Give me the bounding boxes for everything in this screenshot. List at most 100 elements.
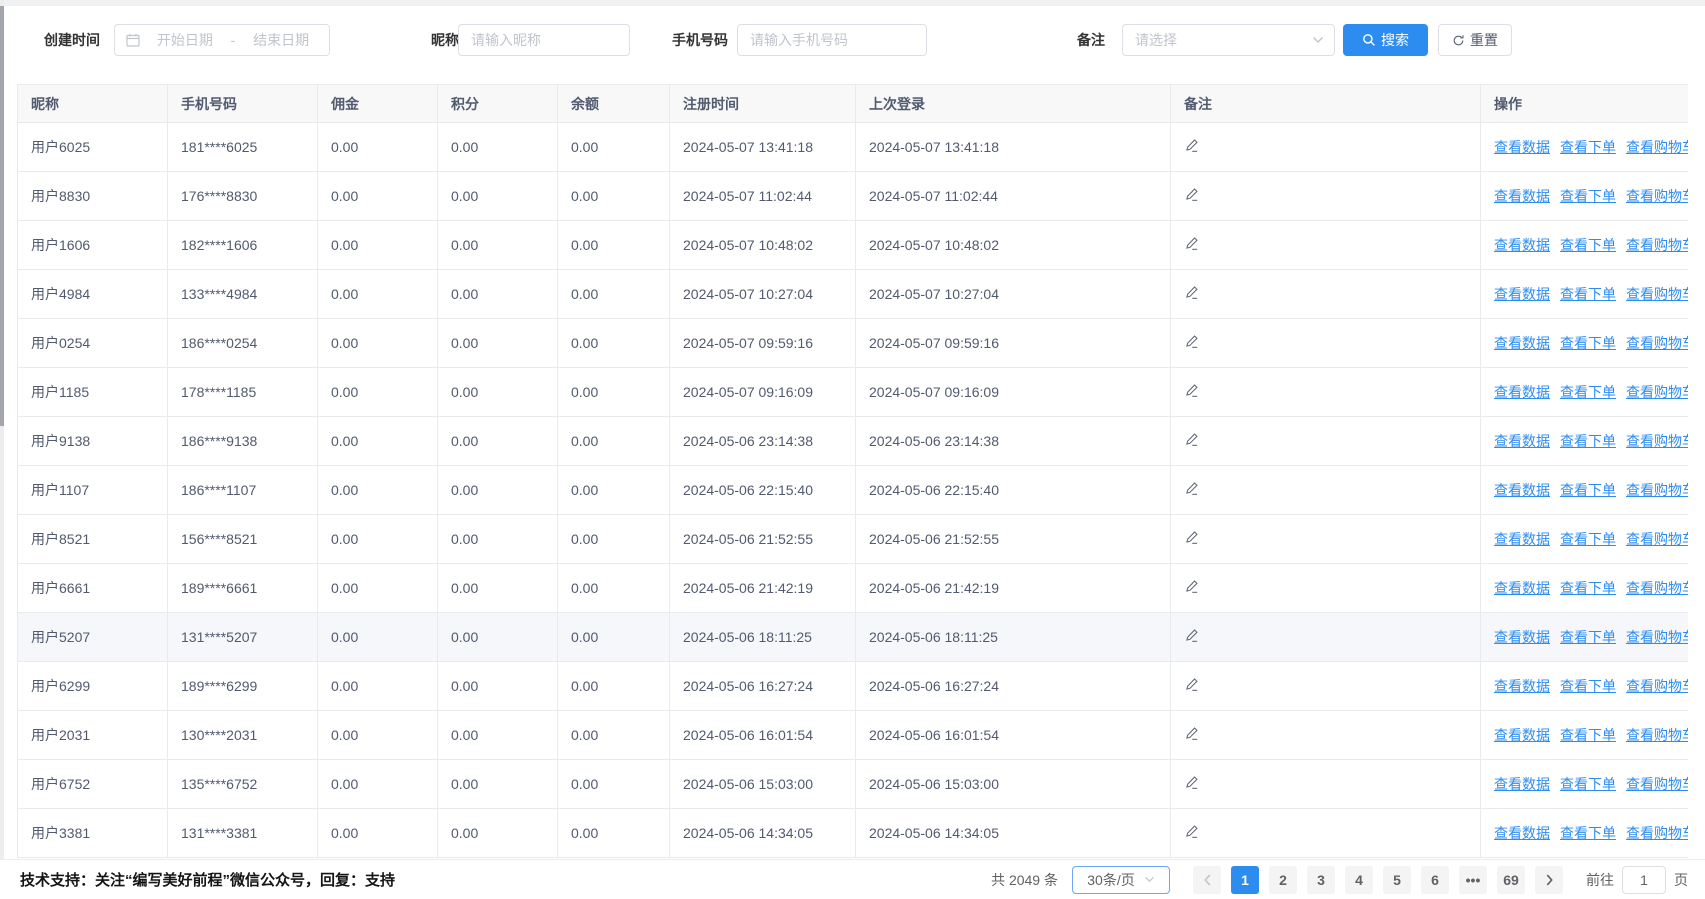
edit-remark-icon[interactable] — [1184, 628, 1199, 643]
nickname-input[interactable] — [459, 25, 629, 55]
view-cart-link[interactable]: 查看购物车 — [1626, 188, 1688, 204]
points-cell: 0.00 — [438, 711, 558, 760]
jump-page-input[interactable] — [1622, 866, 1666, 894]
view-orders-link[interactable]: 查看下单 — [1560, 335, 1616, 351]
view-cart-link[interactable]: 查看购物车 — [1626, 384, 1688, 400]
view-data-link[interactable]: 查看数据 — [1494, 482, 1550, 498]
edit-remark-icon[interactable] — [1184, 726, 1199, 741]
view-cart-link[interactable]: 查看购物车 — [1626, 139, 1688, 155]
page-ellipsis-button[interactable]: ••• — [1459, 866, 1487, 894]
view-cart-link[interactable]: 查看购物车 — [1626, 237, 1688, 253]
page-button-1[interactable]: 1 — [1231, 866, 1259, 894]
nickname-cell: 用户2031 — [18, 711, 168, 760]
create-time-range-picker[interactable]: 开始日期 - 结束日期 — [114, 24, 330, 56]
commission-cell: 0.00 — [318, 613, 438, 662]
page-size-select[interactable]: 30条/页 — [1072, 866, 1170, 894]
view-data-link[interactable]: 查看数据 — [1494, 139, 1550, 155]
search-button[interactable]: 搜索 — [1343, 24, 1428, 56]
register-time-cell: 2024-05-06 21:52:55 — [670, 515, 856, 564]
view-orders-link[interactable]: 查看下单 — [1560, 776, 1616, 792]
edit-remark-icon[interactable] — [1184, 138, 1199, 153]
nickname-cell: 用户1107 — [18, 466, 168, 515]
prev-page-button[interactable] — [1193, 866, 1221, 894]
view-orders-link[interactable]: 查看下单 — [1560, 139, 1616, 155]
register-time-cell: 2024-05-07 10:48:02 — [670, 221, 856, 270]
reset-button[interactable]: 重置 — [1438, 24, 1512, 56]
view-data-link[interactable]: 查看数据 — [1494, 678, 1550, 694]
end-date-placeholder[interactable]: 结束日期 — [243, 30, 319, 50]
view-orders-link[interactable]: 查看下单 — [1560, 286, 1616, 302]
edit-remark-icon[interactable] — [1184, 432, 1199, 447]
view-orders-link[interactable]: 查看下单 — [1560, 433, 1616, 449]
page-button-69[interactable]: 69 — [1497, 866, 1525, 894]
view-orders-link[interactable]: 查看下单 — [1560, 727, 1616, 743]
create-time-label: 创建时间 — [44, 24, 100, 56]
nickname-field-wrap — [458, 24, 630, 56]
page-button-4[interactable]: 4 — [1345, 866, 1373, 894]
view-orders-link[interactable]: 查看下单 — [1560, 629, 1616, 645]
view-cart-link[interactable]: 查看购物车 — [1626, 629, 1688, 645]
view-orders-link[interactable]: 查看下单 — [1560, 384, 1616, 400]
edit-remark-icon[interactable] — [1184, 334, 1199, 349]
view-orders-link[interactable]: 查看下单 — [1560, 825, 1616, 841]
view-orders-link[interactable]: 查看下单 — [1560, 580, 1616, 596]
remark-cell — [1171, 466, 1481, 515]
view-cart-link[interactable]: 查看购物车 — [1626, 580, 1688, 596]
balance-cell: 0.00 — [558, 809, 670, 858]
table-row: 用户8521156****85210.000.000.002024-05-06 … — [18, 515, 1689, 564]
view-cart-link[interactable]: 查看购物车 — [1626, 433, 1688, 449]
view-cart-link[interactable]: 查看购物车 — [1626, 286, 1688, 302]
view-data-link[interactable]: 查看数据 — [1494, 629, 1550, 645]
start-date-placeholder[interactable]: 开始日期 — [147, 30, 223, 50]
edit-remark-icon[interactable] — [1184, 775, 1199, 790]
phone-input[interactable] — [738, 25, 926, 55]
view-cart-link[interactable]: 查看购物车 — [1626, 678, 1688, 694]
view-orders-link[interactable]: 查看下单 — [1560, 531, 1616, 547]
page-button-3[interactable]: 3 — [1307, 866, 1335, 894]
view-data-link[interactable]: 查看数据 — [1494, 776, 1550, 792]
remark-select[interactable]: 请选择 — [1122, 24, 1335, 56]
commission-cell: 0.00 — [318, 172, 438, 221]
edit-remark-icon[interactable] — [1184, 236, 1199, 251]
next-page-button[interactable] — [1535, 866, 1563, 894]
points-cell: 0.00 — [438, 662, 558, 711]
commission-cell: 0.00 — [318, 711, 438, 760]
view-cart-link[interactable]: 查看购物车 — [1626, 727, 1688, 743]
left-scrollbar-track[interactable] — [0, 0, 4, 899]
points-cell: 0.00 — [438, 613, 558, 662]
view-data-link[interactable]: 查看数据 — [1494, 531, 1550, 547]
view-data-link[interactable]: 查看数据 — [1494, 188, 1550, 204]
view-data-link[interactable]: 查看数据 — [1494, 335, 1550, 351]
view-data-link[interactable]: 查看数据 — [1494, 433, 1550, 449]
points-cell: 0.00 — [438, 515, 558, 564]
view-cart-link[interactable]: 查看购物车 — [1626, 335, 1688, 351]
page-button-5[interactable]: 5 — [1383, 866, 1411, 894]
edit-remark-icon[interactable] — [1184, 285, 1199, 300]
edit-remark-icon[interactable] — [1184, 481, 1199, 496]
edit-remark-icon[interactable] — [1184, 187, 1199, 202]
column-header-1: 手机号码 — [168, 85, 318, 123]
view-cart-link[interactable]: 查看购物车 — [1626, 776, 1688, 792]
view-data-link[interactable]: 查看数据 — [1494, 727, 1550, 743]
view-cart-link[interactable]: 查看购物车 — [1626, 531, 1688, 547]
view-cart-link[interactable]: 查看购物车 — [1626, 482, 1688, 498]
edit-remark-icon[interactable] — [1184, 383, 1199, 398]
edit-remark-icon[interactable] — [1184, 530, 1199, 545]
edit-remark-icon[interactable] — [1184, 824, 1199, 839]
view-orders-link[interactable]: 查看下单 — [1560, 188, 1616, 204]
page-button-6[interactable]: 6 — [1421, 866, 1449, 894]
edit-remark-icon[interactable] — [1184, 579, 1199, 594]
view-data-link[interactable]: 查看数据 — [1494, 384, 1550, 400]
left-scrollbar-thumb[interactable] — [0, 6, 4, 426]
view-data-link[interactable]: 查看数据 — [1494, 825, 1550, 841]
actions-cell: 查看数据查看下单查看购物车 — [1481, 319, 1689, 368]
view-orders-link[interactable]: 查看下单 — [1560, 482, 1616, 498]
page-button-2[interactable]: 2 — [1269, 866, 1297, 894]
view-orders-link[interactable]: 查看下单 — [1560, 237, 1616, 253]
edit-remark-icon[interactable] — [1184, 677, 1199, 692]
view-data-link[interactable]: 查看数据 — [1494, 580, 1550, 596]
view-data-link[interactable]: 查看数据 — [1494, 286, 1550, 302]
view-orders-link[interactable]: 查看下单 — [1560, 678, 1616, 694]
view-cart-link[interactable]: 查看购物车 — [1626, 825, 1688, 841]
view-data-link[interactable]: 查看数据 — [1494, 237, 1550, 253]
